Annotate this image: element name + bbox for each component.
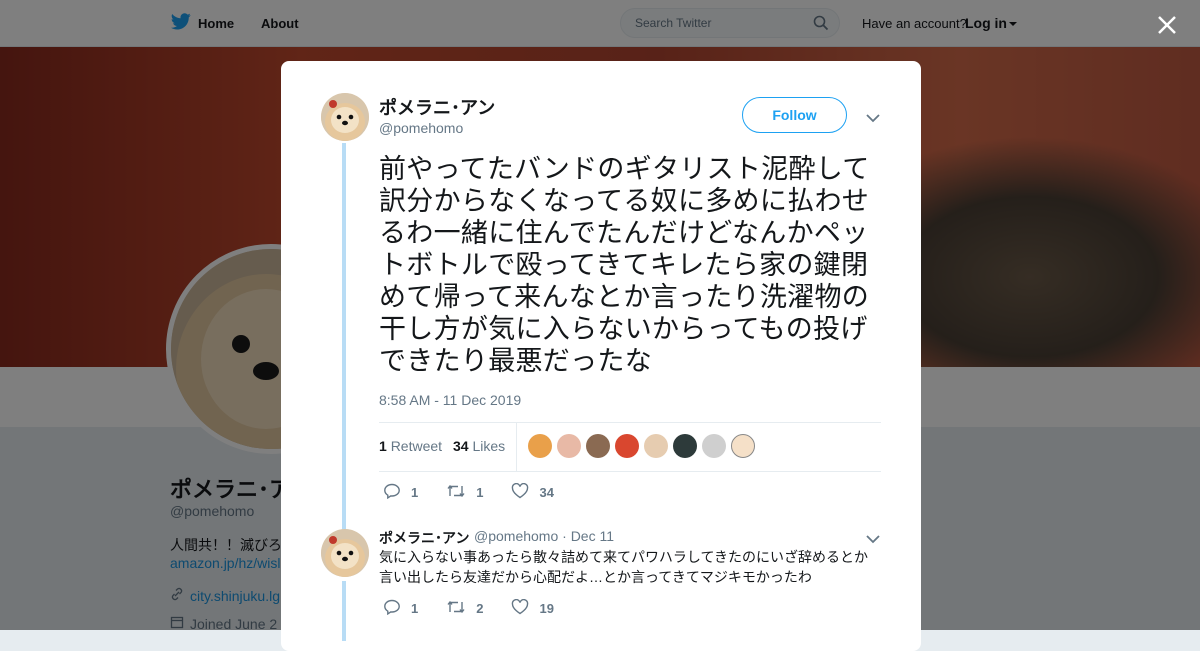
liker-avatar[interactable] bbox=[615, 434, 639, 458]
tweet-stats: 1 Retweet 34 Likes bbox=[379, 422, 881, 472]
liker-avatars bbox=[528, 434, 755, 458]
liker-avatar[interactable] bbox=[731, 434, 755, 458]
tweet-author-handle[interactable]: @pomehomo bbox=[379, 120, 463, 136]
tweet-timestamp[interactable]: 8:58 AM - 11 Dec 2019 bbox=[379, 392, 521, 408]
retweet-label: Retweet bbox=[390, 438, 443, 454]
stats-divider bbox=[516, 423, 517, 471]
retweet-icon bbox=[446, 483, 466, 502]
liker-avatar[interactable] bbox=[528, 434, 552, 458]
reply-actions: 1 2 19 bbox=[383, 598, 582, 618]
retweet-icon bbox=[446, 599, 466, 618]
heart-icon bbox=[511, 598, 529, 618]
retweet-count: 1 bbox=[379, 438, 387, 454]
like-action-count: 19 bbox=[539, 601, 554, 616]
like-count: 34 bbox=[453, 438, 469, 454]
retweet-action[interactable]: 2 bbox=[446, 599, 483, 618]
heart-icon bbox=[511, 482, 529, 502]
thread-line bbox=[342, 581, 346, 641]
liker-avatar[interactable] bbox=[557, 434, 581, 458]
close-icon[interactable] bbox=[1154, 12, 1180, 38]
reply-count: 1 bbox=[411, 485, 419, 500]
reply-meta[interactable]: @pomehomo · Dec 11 bbox=[474, 528, 614, 544]
tweet-modal: ポメラニ･アン @pomehomo Follow 前やってたバンドのギタリスト泥… bbox=[281, 61, 921, 651]
reply-avatar[interactable] bbox=[321, 529, 369, 577]
liker-avatar[interactable] bbox=[702, 434, 726, 458]
liker-avatar[interactable] bbox=[586, 434, 610, 458]
like-stat[interactable]: 34 Likes bbox=[453, 438, 505, 454]
retweet-action-count: 2 bbox=[476, 601, 484, 616]
reply-action[interactable]: 1 bbox=[383, 599, 418, 618]
like-label: Likes bbox=[472, 438, 506, 454]
like-action[interactable]: 34 bbox=[511, 482, 554, 502]
follow-button[interactable]: Follow bbox=[742, 97, 847, 133]
tweet-text: 前やってたバンドのギタリスト泥酔して訳分からなくなってる奴に多めに払わせるわ一緒… bbox=[379, 154, 870, 376]
liker-avatar[interactable] bbox=[644, 434, 668, 458]
reply-action[interactable]: 1 bbox=[383, 483, 418, 502]
tweet-actions: 1 1 34 bbox=[383, 482, 582, 502]
retweet-stat[interactable]: 1 Retweet bbox=[379, 438, 442, 454]
reply-icon bbox=[383, 599, 401, 618]
liker-avatar[interactable] bbox=[673, 434, 697, 458]
retweet-action-count: 1 bbox=[476, 485, 484, 500]
reply-author-name[interactable]: ポメラニ･アン bbox=[379, 528, 469, 548]
tweet-author-name[interactable]: ポメラニ･アン bbox=[379, 94, 495, 120]
chevron-down-icon[interactable] bbox=[866, 110, 880, 128]
reply-text: 気に入らない事あったら散々詰めて来てパワハラしてきたのにいざ辞めるとか言い出した… bbox=[379, 549, 869, 585]
tweet-avatar[interactable] bbox=[321, 93, 369, 141]
reply-count: 1 bbox=[411, 601, 419, 616]
like-action[interactable]: 19 bbox=[511, 598, 554, 618]
retweet-action[interactable]: 1 bbox=[446, 483, 483, 502]
like-action-count: 34 bbox=[539, 485, 554, 500]
reply-icon bbox=[383, 483, 401, 502]
thread-line bbox=[342, 143, 346, 543]
